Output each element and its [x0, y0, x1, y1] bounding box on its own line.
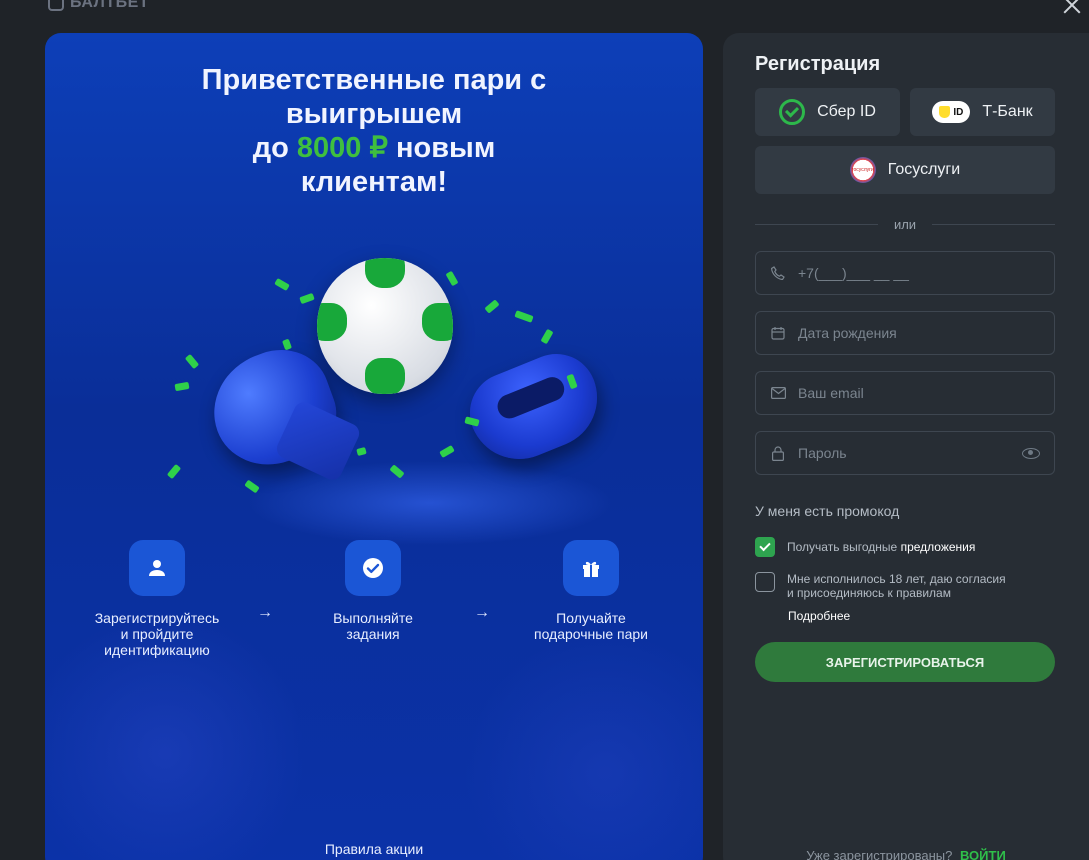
promo-title-prefix: до — [252, 132, 289, 164]
user-icon — [129, 540, 185, 596]
brand-logo: БАЛТБЕТ — [48, 0, 149, 12]
age-consent-checkbox[interactable] — [755, 572, 775, 592]
promo-illustration — [45, 233, 703, 533]
confetti — [439, 444, 455, 459]
email-input[interactable] — [798, 385, 1040, 401]
registration-title: Регистрация — [755, 53, 881, 75]
arrow-right-icon: → — [257, 604, 273, 621]
more-details-link[interactable]: Подробнее — [788, 609, 850, 623]
promo-title-suffix: новым — [396, 132, 496, 164]
brand-mark-icon — [48, 0, 64, 11]
gosuslugi-logo-icon: госуслуги — [849, 157, 876, 183]
close-icon[interactable] — [1061, 0, 1083, 16]
arrow-right-icon: → — [474, 604, 490, 621]
gamepad-icon — [457, 341, 613, 475]
confetti — [274, 277, 290, 292]
phone-input[interactable] — [798, 265, 1040, 281]
sber-logo-icon — [779, 99, 806, 125]
offers-checkbox[interactable] — [755, 537, 775, 557]
email-field[interactable] — [755, 371, 1055, 415]
confetti — [484, 299, 500, 314]
phone-field[interactable] — [755, 251, 1055, 295]
confetti — [540, 328, 554, 345]
promo-amount: 8000 ₽ — [296, 132, 388, 164]
lock-icon — [770, 445, 786, 461]
password-input[interactable] — [798, 445, 1010, 461]
brand-name: БАЛТБЕТ — [70, 0, 150, 11]
registration-panel: Регистрация Сбер ID ID Т-Банк госуслуги … — [723, 33, 1089, 860]
soccer-ball-icon — [317, 258, 453, 394]
confetti — [514, 310, 534, 323]
step-text: Получайте подарочные пари — [516, 610, 666, 642]
sber-id-label: Сбер ID — [817, 103, 876, 120]
promo-steps: Зарегистрируйтесь и пройдите идентификац… — [45, 540, 703, 670]
step-tasks: Выполняйте задания — [298, 540, 448, 642]
password-field[interactable] — [755, 431, 1055, 475]
register-button[interactable]: ЗАРЕГИСТРИРОВАТЬСЯ — [755, 642, 1055, 682]
confetti — [184, 353, 200, 370]
step-text-line: Выполняйте — [333, 610, 413, 626]
offers-text: Получать выгодные предложения — [787, 537, 975, 554]
sber-id-button[interactable]: Сбер ID — [755, 88, 900, 136]
birthdate-input[interactable] — [798, 325, 1040, 341]
gift-icon — [563, 540, 619, 596]
or-divider: или — [755, 217, 1056, 232]
login-link[interactable]: ВОЙТИ — [960, 848, 1006, 860]
step-gifts: Получайте подарочные пари — [516, 540, 666, 642]
confetti — [166, 463, 182, 480]
promo-code-link[interactable]: У меня есть промокод — [755, 503, 899, 519]
confetti — [299, 292, 315, 305]
confetti — [244, 479, 260, 494]
already-registered-text: Уже зарегистрированы? — [806, 848, 953, 860]
tbank-button[interactable]: ID Т-Банк — [910, 88, 1055, 136]
step-text-line: Зарегистрируйтесь — [94, 610, 220, 626]
offers-text-label: Получать выгодные — [787, 540, 898, 554]
step-text-line: идентификацию — [104, 642, 210, 658]
birthdate-field[interactable] — [755, 311, 1055, 355]
tbank-label: Т-Банк — [982, 103, 1033, 120]
offers-highlight: предложения — [900, 540, 976, 554]
step-text: Зарегистрируйтесь и пройдите идентификац… — [82, 610, 232, 658]
promo-panel: Приветственные пари с выигрышем до 8000 … — [45, 33, 703, 860]
step-text-line: Получайте — [556, 610, 626, 626]
calendar-icon — [770, 325, 786, 341]
offers-checkbox-row: Получать выгодные предложения — [755, 537, 975, 557]
gosuslugi-button[interactable]: госуслуги Госуслуги — [755, 146, 1055, 194]
phone-icon — [770, 265, 786, 281]
eye-icon[interactable] — [1022, 447, 1040, 459]
confetti — [282, 338, 292, 351]
step-register: Зарегистрируйтесь и пройдите идентификац… — [82, 540, 232, 658]
gosuslugi-label: Госуслуги — [887, 161, 961, 178]
confetti — [174, 381, 190, 392]
promo-title-line: клиентам! — [300, 166, 448, 198]
tbank-badge: ID — [953, 106, 964, 118]
step-text: Выполняйте задания — [298, 610, 448, 642]
step-text-line: задания — [346, 626, 400, 642]
promo-rules-link[interactable]: Правила акции — [45, 841, 703, 857]
age-consent-line: и присоединяюсь к правилам — [787, 586, 951, 600]
step-text-line: подарочные пари — [533, 626, 649, 642]
confetti — [356, 446, 367, 457]
tbank-logo-icon: ID — [932, 101, 971, 123]
mail-icon — [770, 385, 786, 401]
promo-title-line: выигрышем — [285, 98, 463, 130]
age-checkbox-row: Мне исполнилось 18 лет, даю согласия и п… — [755, 572, 1006, 600]
confetti — [445, 270, 459, 287]
age-consent-line: Мне исполнилось 18 лет, даю согласия — [787, 572, 1006, 586]
check-circle-icon — [345, 540, 401, 596]
login-prompt: Уже зарегистрированы? ВОЙТИ — [723, 848, 1089, 860]
promo-title-line: до 8000 ₽ новым — [45, 131, 703, 165]
promo-title-line: Приветственные пари с — [201, 64, 547, 96]
step-text-line: и пройдите — [120, 626, 194, 642]
or-divider-label: или — [893, 217, 917, 232]
age-consent-text: Мне исполнилось 18 лет, даю согласия и п… — [787, 572, 1006, 600]
promo-title: Приветственные пари с выигрышем до 8000 … — [45, 63, 703, 199]
confetti — [389, 464, 405, 479]
